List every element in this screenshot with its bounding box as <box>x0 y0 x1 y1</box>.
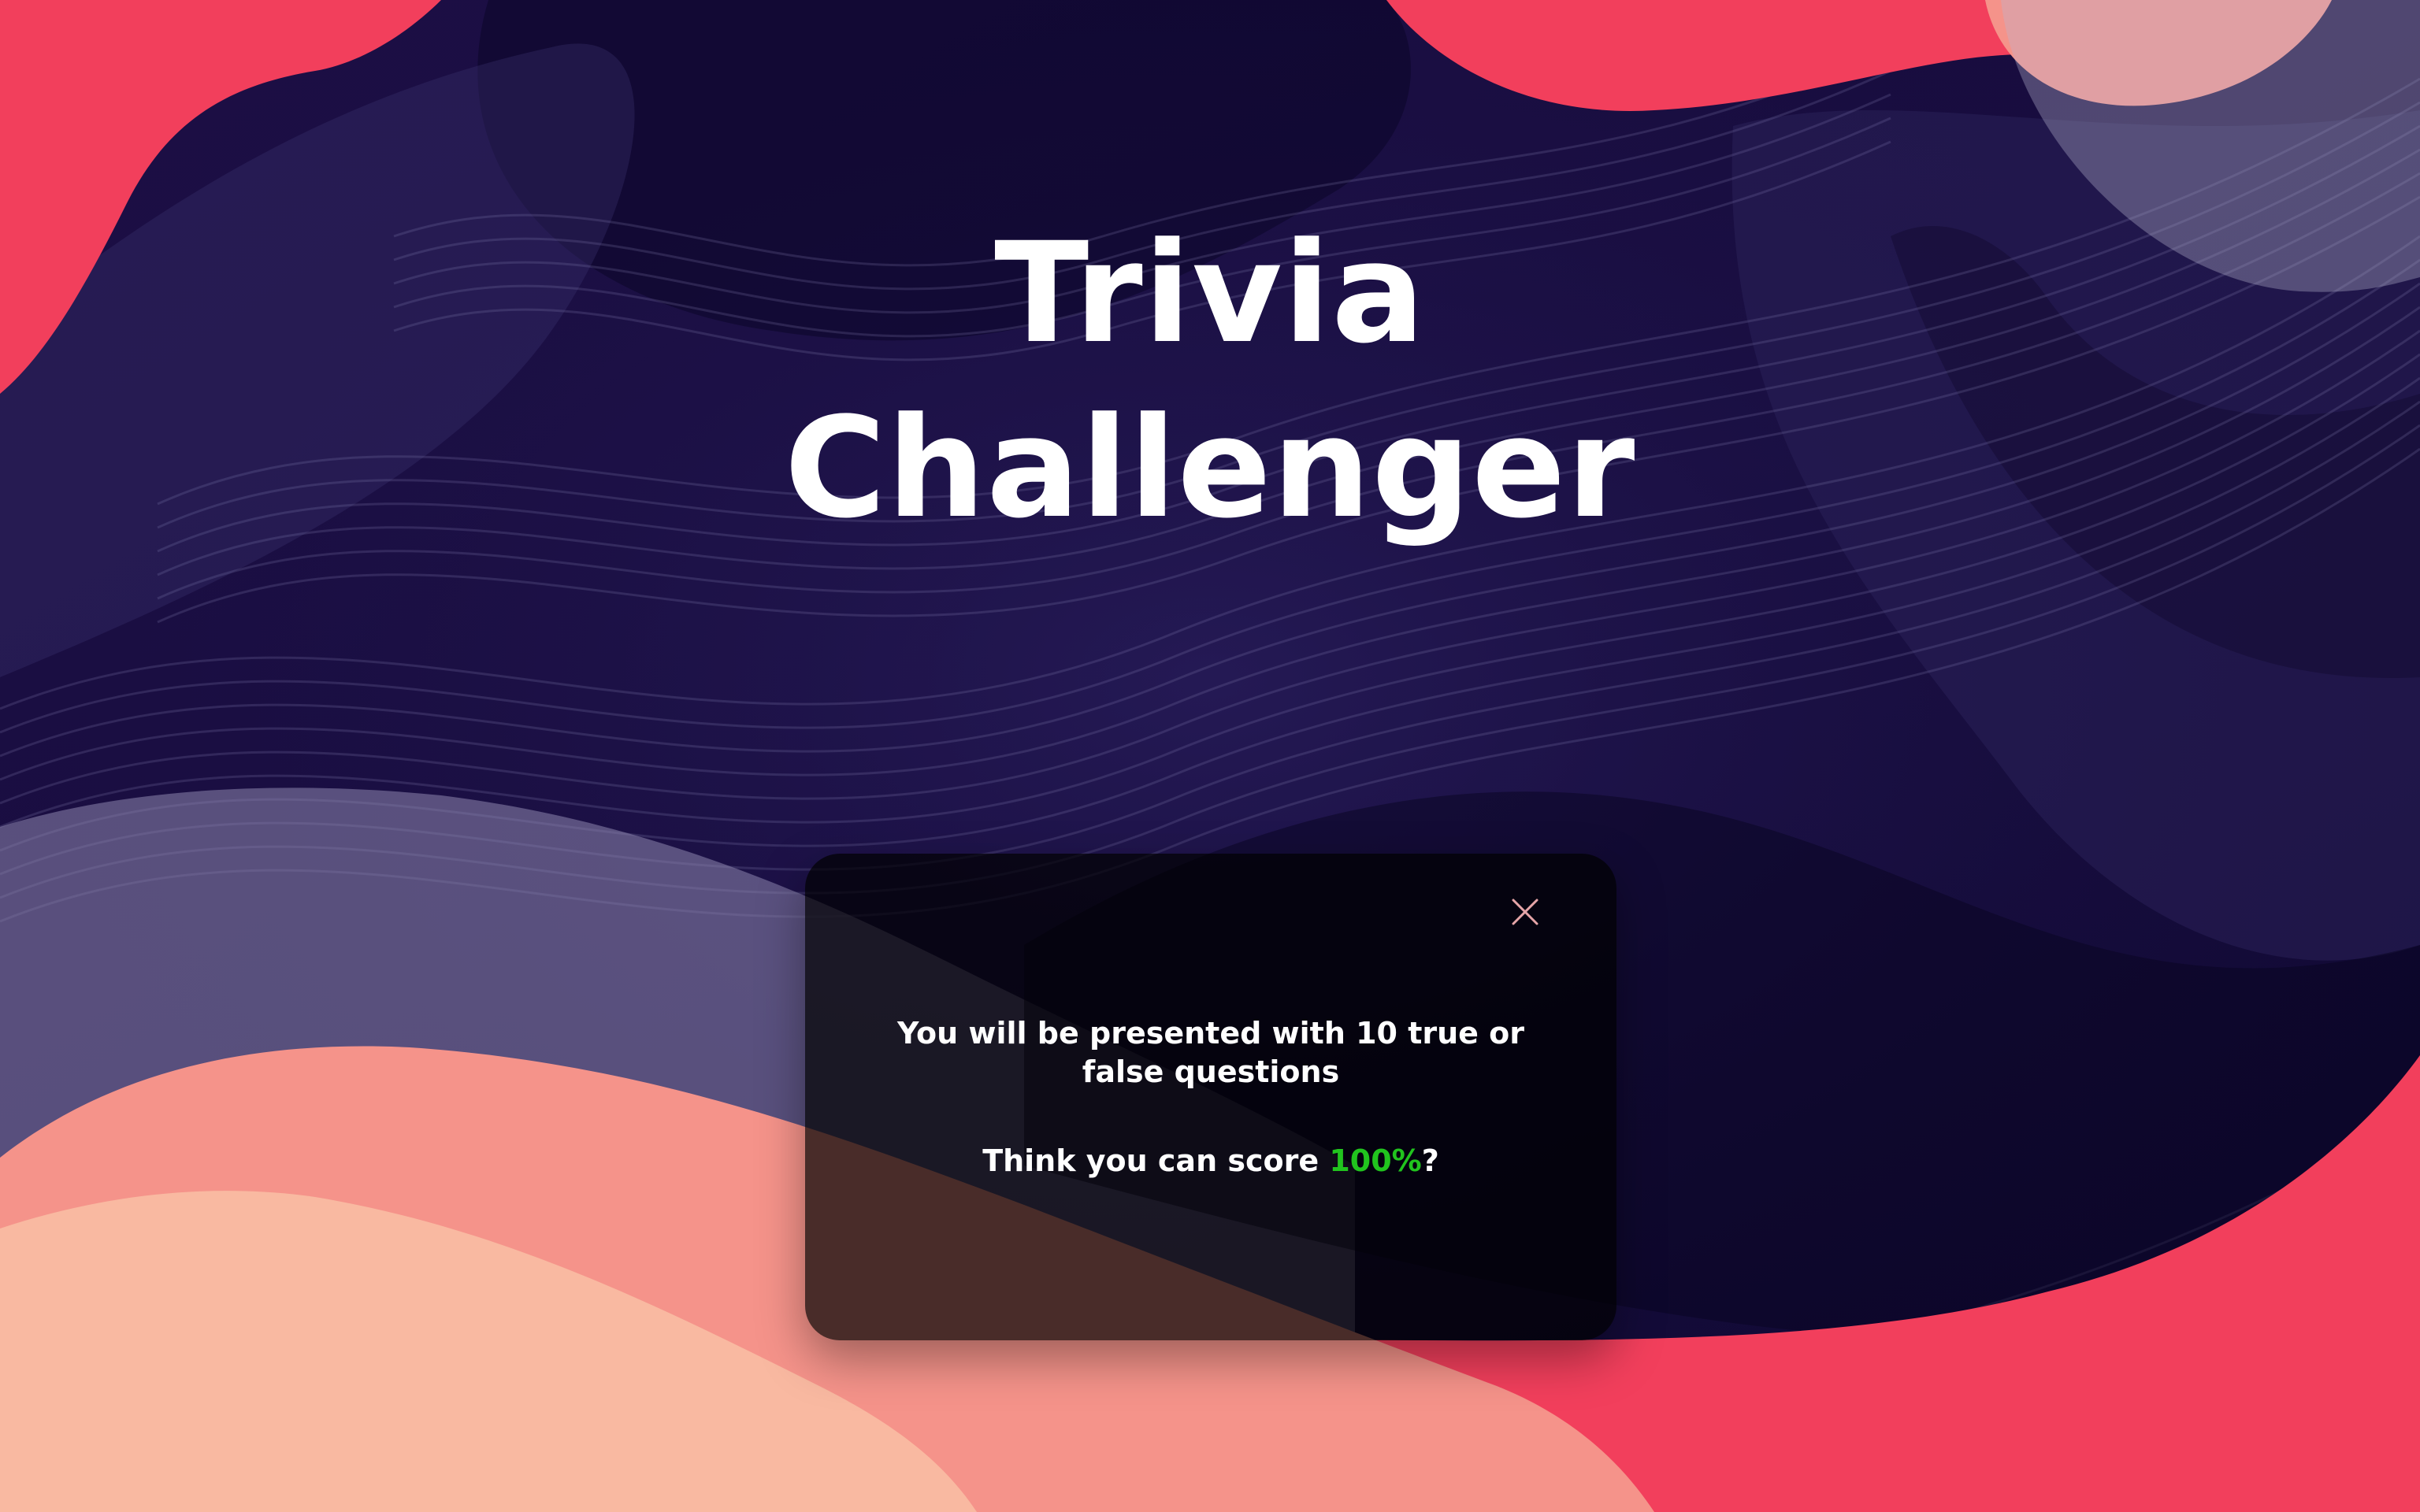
close-icon <box>1512 899 1538 925</box>
title-line-2: Challenger <box>784 387 1636 549</box>
modal-body: You will be presented with 10 true or fa… <box>852 1014 1569 1180</box>
page-title: Trivia Challenger <box>0 206 2420 556</box>
score-highlight: 100% <box>1329 1143 1422 1178</box>
challenge-text: Think you can score 100%? <box>852 1142 1569 1180</box>
challenge-text-end: ? <box>1421 1143 1439 1178</box>
challenge-text-start: Think you can score <box>982 1143 1330 1178</box>
close-button[interactable] <box>1506 893 1544 931</box>
instructions-text: You will be presented with 10 true or fa… <box>896 1016 1525 1089</box>
intro-modal: You will be presented with 10 true or fa… <box>805 854 1616 1340</box>
title-line-1: Trivia <box>994 213 1426 374</box>
